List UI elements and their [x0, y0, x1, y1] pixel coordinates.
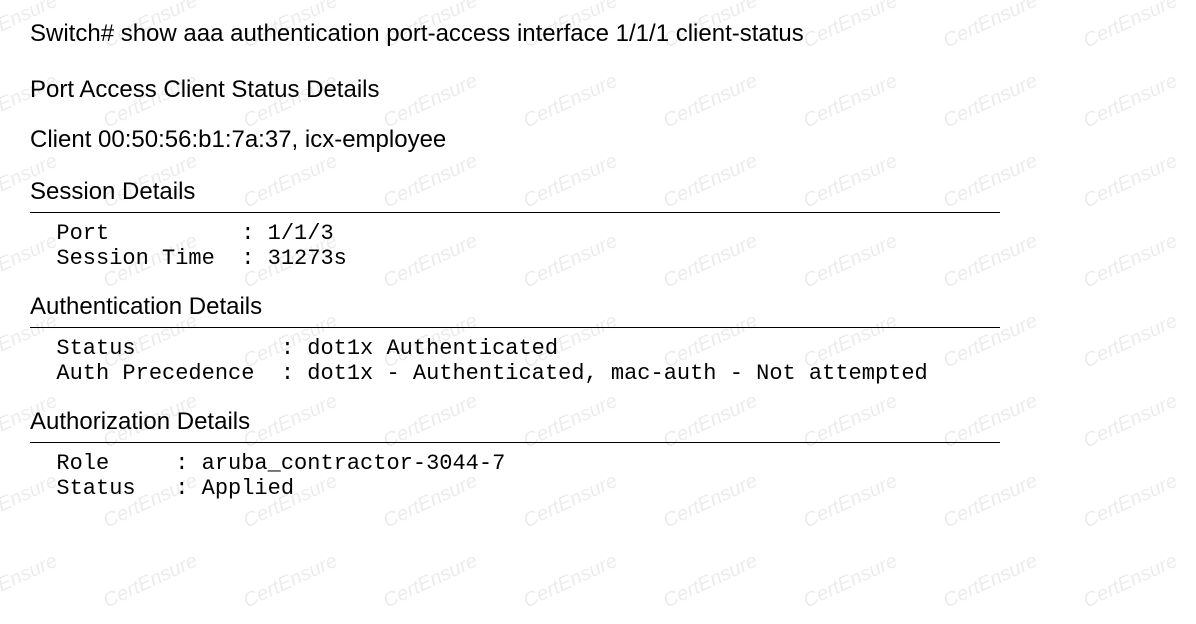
authentication-rows: Status : dot1x Authenticated Auth Preced…: [30, 336, 1166, 386]
watermark: CertEnsure: [100, 550, 201, 614]
authorization-details-block: Authorization Details Role : aruba_contr…: [30, 408, 1166, 501]
watermark: CertEnsure: [660, 550, 761, 614]
watermark: CertEnsure: [0, 550, 61, 614]
divider: [30, 327, 1000, 328]
divider: [30, 442, 1000, 443]
authorization-rows: Role : aruba_contractor-3044-7 Status : …: [30, 451, 1166, 501]
watermark: CertEnsure: [240, 550, 341, 614]
authentication-details-block: Authentication Details Status : dot1x Au…: [30, 293, 1166, 386]
session-title: Session Details: [30, 178, 1166, 206]
watermark: CertEnsure: [1080, 550, 1181, 614]
divider: [30, 212, 1000, 213]
watermark: CertEnsure: [800, 550, 901, 614]
cli-command: Switch# show aaa authentication port-acc…: [30, 20, 1166, 48]
authorization-title: Authorization Details: [30, 408, 1166, 436]
page-title: Port Access Client Status Details: [30, 76, 1166, 104]
authentication-title: Authentication Details: [30, 293, 1166, 321]
watermark: CertEnsure: [520, 550, 621, 614]
session-rows: Port : 1/1/3 Session Time : 31273s: [30, 221, 1166, 271]
session-details-block: Session Details Port : 1/1/3 Session Tim…: [30, 178, 1166, 271]
watermark: CertEnsure: [380, 550, 481, 614]
client-identity: Client 00:50:56:b1:7a:37, icx-employee: [30, 126, 1166, 154]
watermark: CertEnsure: [940, 550, 1041, 614]
